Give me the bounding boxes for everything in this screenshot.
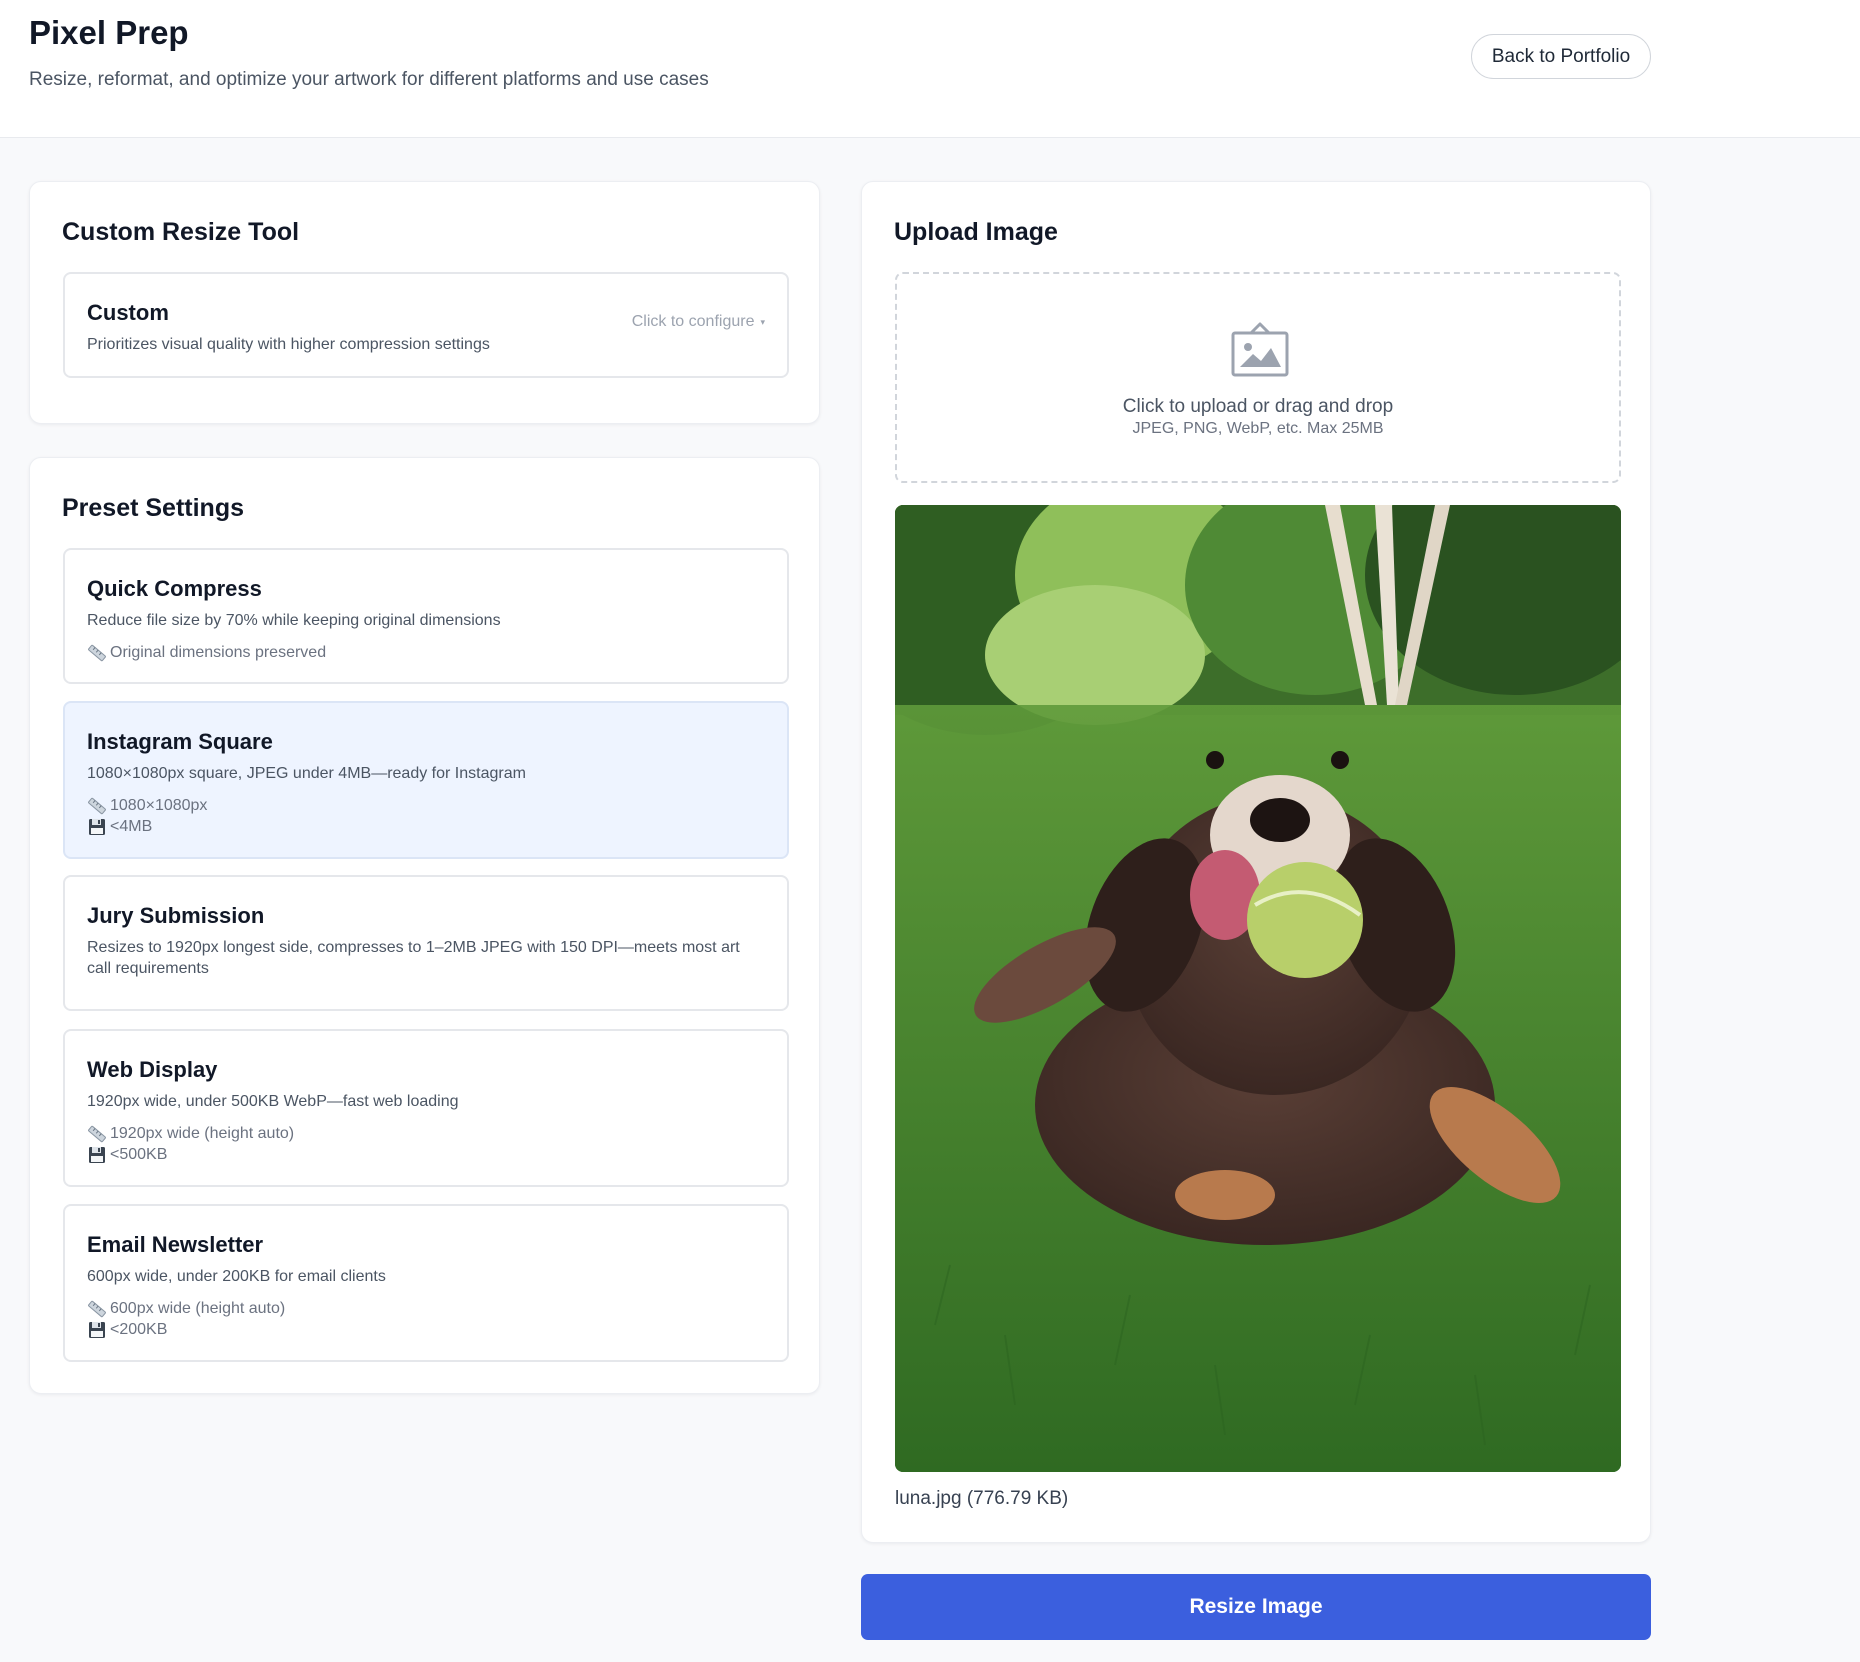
upload-image-card: Upload Image Click to upload or drag and… (861, 181, 1651, 1543)
preset-settings-title: Preset Settings (62, 494, 245, 522)
preset-title: Quick Compress (87, 576, 262, 601)
app-subtitle: Resize, reformat, and optimize your artw… (29, 69, 709, 90)
dog-photo-illustration (895, 505, 1621, 1472)
floppy-disk-icon (89, 1321, 105, 1338)
preset-size: <4MB (87, 816, 207, 837)
preset-description: 600px wide, under 200KB for email client… (87, 1268, 386, 1285)
ruler-icon (88, 797, 106, 814)
back-to-portfolio-button[interactable]: Back to Portfolio (1471, 34, 1651, 79)
ruler-icon (88, 1300, 106, 1317)
upload-image-title: Upload Image (894, 218, 1058, 246)
preset-description: 1920px wide, under 500KB WebP—fast web l… (87, 1093, 459, 1110)
preset-dimensions: Original dimensions preserved (87, 642, 326, 663)
resize-image-button[interactable]: Resize Image (861, 1574, 1651, 1640)
preset-title: Instagram Square (87, 729, 273, 754)
caret-down-icon: ▾ (760, 316, 765, 327)
image-preview (895, 505, 1621, 1472)
preset-description: Reduce file size by 70% while keeping or… (87, 612, 501, 629)
preset-meta: 1080×1080px <4MB (87, 795, 207, 837)
custom-option[interactable]: Custom Prioritizes visual quality with h… (63, 272, 789, 378)
preset-settings-card: Preset Settings Quick Compress Reduce fi… (29, 457, 820, 1394)
floppy-disk-icon (89, 818, 105, 835)
configure-label: Click to configure (631, 313, 755, 330)
preset-email-newsletter[interactable]: Email Newsletter 600px wide, under 200KB… (63, 1204, 789, 1362)
preset-description: Resizes to 1920px longest side, compress… (87, 939, 740, 977)
upload-dropzone[interactable]: Click to upload or drag and drop JPEG, P… (895, 272, 1621, 483)
floppy-disk-icon (89, 1146, 105, 1163)
preset-meta: 600px wide (height auto) <200KB (87, 1298, 285, 1340)
dropzone-subtext: JPEG, PNG, WebP, etc. Max 25MB (1132, 420, 1384, 437)
preset-dimensions: 1080×1080px (87, 795, 207, 816)
ruler-icon (88, 644, 106, 661)
preset-dimensions: 1920px wide (height auto) (87, 1123, 294, 1144)
preset-jury-submission[interactable]: Jury Submission Resizes to 1920px longes… (63, 875, 789, 1011)
file-info: luna.jpg (776.79 KB) (895, 1488, 1069, 1509)
preset-size: <200KB (87, 1319, 285, 1340)
preset-dimensions: 600px wide (height auto) (87, 1298, 285, 1319)
custom-resize-card: Custom Resize Tool Custom Prioritizes vi… (29, 181, 820, 424)
image-upload-icon (1231, 322, 1289, 377)
preset-web-display[interactable]: Web Display 1920px wide, under 500KB Web… (63, 1029, 789, 1187)
custom-option-title: Custom (87, 300, 169, 325)
preset-title: Jury Submission (87, 903, 265, 928)
preset-meta: 1920px wide (height auto) <500KB (87, 1123, 294, 1165)
preset-quick-compress[interactable]: Quick Compress Reduce file size by 70% w… (63, 548, 789, 684)
custom-option-description: Prioritizes visual quality with higher c… (87, 336, 490, 353)
preset-meta: Original dimensions preserved (87, 642, 326, 663)
dropzone-text: Click to upload or drag and drop (1122, 396, 1394, 417)
ruler-icon (88, 1125, 106, 1142)
preset-title: Email Newsletter (87, 1232, 264, 1257)
app-header: Pixel Prep Resize, reformat, and optimiz… (0, 0, 1860, 138)
configure-toggle[interactable]: Click to configure ▾ (632, 313, 765, 331)
custom-resize-title: Custom Resize Tool (62, 218, 300, 246)
app-title: Pixel Prep (29, 14, 189, 51)
preset-description: 1080×1080px square, JPEG under 4MB—ready… (87, 765, 526, 782)
preset-size: <500KB (87, 1144, 294, 1165)
preset-title: Web Display (87, 1057, 218, 1082)
preset-instagram-square[interactable]: Instagram Square 1080×1080px square, JPE… (63, 701, 789, 859)
